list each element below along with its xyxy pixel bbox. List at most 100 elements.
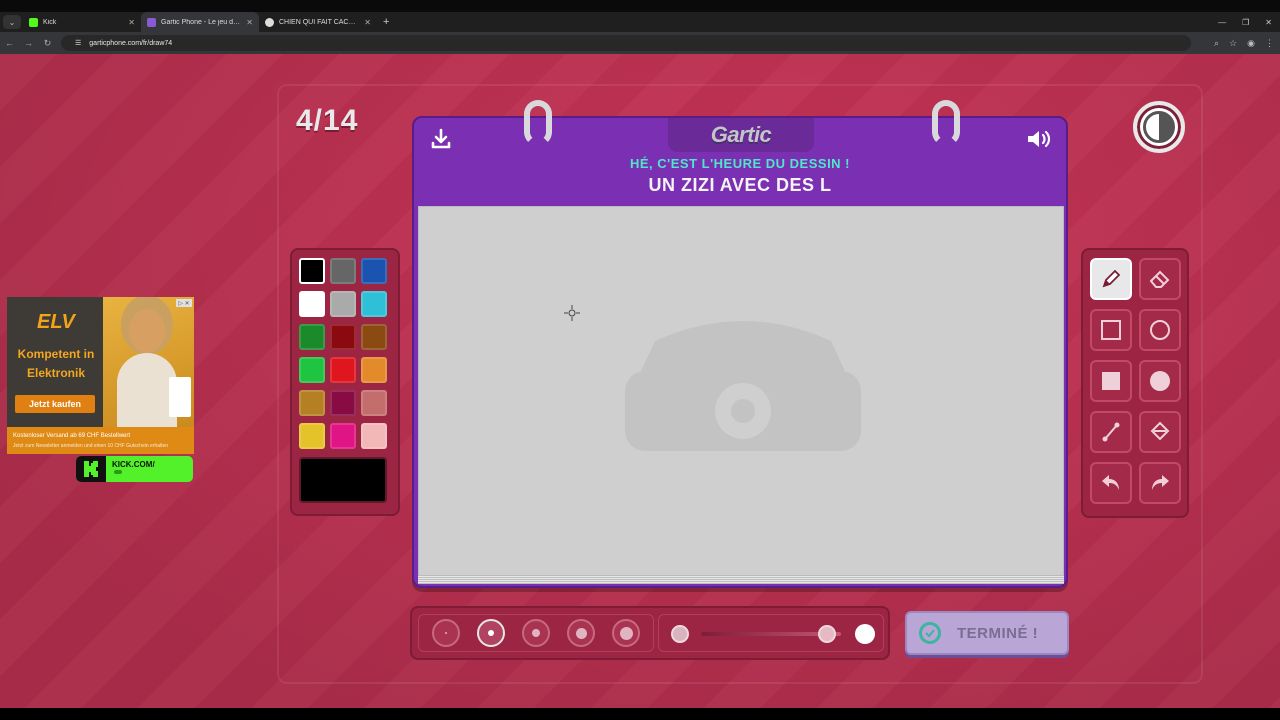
- color-swatch[interactable]: [299, 258, 325, 284]
- draw-instruction: HÉ, C'EST L'HEURE DU DESSIN !: [629, 156, 851, 171]
- brush-size-dot-icon: [619, 626, 633, 640]
- color-swatch[interactable]: [361, 390, 387, 416]
- close-tab-icon[interactable]: ✕: [246, 18, 253, 27]
- tab-kick[interactable]: Kick ✕: [23, 12, 141, 32]
- opacity-min-icon: [671, 625, 689, 643]
- kick-label: KICK.COM/: [112, 460, 155, 469]
- opacity-slider[interactable]: [658, 614, 884, 652]
- fill-bucket-icon[interactable]: [1139, 411, 1181, 453]
- ad-person: [129, 309, 165, 353]
- eraser-icon[interactable]: [1139, 258, 1181, 300]
- zoom-icon[interactable]: ⌕: [1214, 38, 1219, 49]
- gartic-phone-watermark-icon: [625, 321, 861, 451]
- color-swatch[interactable]: [299, 423, 325, 449]
- color-swatch[interactable]: [330, 324, 356, 350]
- color-swatch[interactable]: [330, 291, 356, 317]
- advertisement[interactable]: ELV Kompetent in Elektronik Jetzt kaufen…: [7, 297, 194, 454]
- current-color-preview[interactable]: [299, 457, 387, 503]
- color-palette: [290, 248, 400, 516]
- logo-text: Gartic: [710, 122, 772, 147]
- gartic-favicon-icon: [147, 17, 156, 27]
- screen-bottom-strip: [0, 708, 1280, 720]
- brush-size-option[interactable]: [431, 619, 460, 647]
- ad-close-icon[interactable]: ▷ ✕: [176, 299, 192, 307]
- tab-title: Kick: [43, 18, 57, 26]
- opacity-knob[interactable]: [818, 625, 836, 643]
- close-window-icon[interactable]: ✕: [1265, 18, 1272, 27]
- color-swatch[interactable]: [361, 324, 387, 350]
- color-swatch[interactable]: [299, 324, 325, 350]
- back-icon[interactable]: ←: [0, 38, 19, 48]
- minimize-icon[interactable]: —: [1218, 18, 1226, 27]
- color-swatch[interactable]: [361, 258, 387, 284]
- new-tab-icon[interactable]: +: [383, 16, 389, 28]
- circle-outline-icon[interactable]: [1139, 309, 1181, 351]
- color-swatch[interactable]: [299, 291, 325, 317]
- brush-size-option[interactable]: [476, 619, 505, 647]
- forward-icon[interactable]: →: [19, 38, 38, 48]
- done-label: TERMINÉ !: [957, 624, 1039, 642]
- ad-seal-icon: [169, 377, 191, 417]
- prompt-text: UN ZIZI AVEC DES L: [648, 175, 832, 195]
- line-icon[interactable]: [1090, 411, 1132, 453]
- contrast-toggle-button[interactable]: [1133, 101, 1185, 153]
- opacity-max-icon: [855, 624, 875, 644]
- ad-logo: ELV: [37, 311, 75, 333]
- checkmark-icon: [919, 622, 941, 644]
- tab-gartic[interactable]: Gartic Phone - Le jeu du téléph ✕: [141, 12, 259, 32]
- kick-favicon-icon: [29, 17, 38, 27]
- site-info-icon[interactable]: ☰: [75, 39, 81, 47]
- profile-icon[interactable]: ◉: [1247, 38, 1255, 49]
- color-swatch[interactable]: [361, 357, 387, 383]
- color-swatch[interactable]: [330, 258, 356, 284]
- ad-headline: Kompetent in Elektronik: [17, 347, 95, 380]
- ad-text-panel: ELV Kompetent in Elektronik Jetzt kaufen: [7, 297, 103, 427]
- drawing-canvas[interactable]: [418, 206, 1064, 576]
- brush-size-option[interactable]: [567, 619, 596, 647]
- color-swatch[interactable]: [361, 423, 387, 449]
- ad-photo: [103, 297, 194, 427]
- pencil-icon[interactable]: [1090, 258, 1132, 300]
- menu-kebab-icon[interactable]: ⋮: [1265, 38, 1274, 49]
- close-tab-icon[interactable]: ✕: [128, 18, 135, 27]
- color-swatch[interactable]: [299, 390, 325, 416]
- color-swatch[interactable]: [330, 390, 356, 416]
- close-tab-icon[interactable]: ✕: [364, 18, 371, 27]
- kick-status-icon: [114, 470, 122, 474]
- color-swatch[interactable]: [330, 357, 356, 383]
- brush-size-dot-icon: [487, 630, 494, 636]
- bookmark-star-icon[interactable]: ☆: [1229, 38, 1237, 49]
- color-swatch[interactable]: [330, 423, 356, 449]
- brush-size-dot-icon: [444, 632, 447, 634]
- ad-cta-button[interactable]: Jetzt kaufen: [15, 395, 95, 413]
- paper-edge: [418, 576, 1064, 584]
- rectangle-outline-icon[interactable]: [1090, 309, 1132, 351]
- tab-search-button[interactable]: ⌄: [3, 15, 21, 29]
- ad-footer-text: Kostenloser Versand ab 69 CHF Bestellwer…: [13, 433, 131, 439]
- color-swatch[interactable]: [361, 291, 387, 317]
- done-button[interactable]: TERMINÉ !: [905, 611, 1069, 655]
- redo-icon[interactable]: [1139, 462, 1181, 504]
- tab-title: CHIEN QUI FAIT CACA - Google: [279, 18, 359, 26]
- brush-size-option[interactable]: [612, 619, 641, 647]
- game-area: 4/14 Gartic HÉ, C'EST L'HEURE DU DESSIN …: [0, 54, 1280, 708]
- color-swatch[interactable]: [299, 357, 325, 383]
- reload-icon[interactable]: ↻: [38, 38, 57, 49]
- ad-footer-small: Jetzt zum Newsletter anmelden und einen …: [13, 443, 169, 449]
- tab-google[interactable]: CHIEN QUI FAIT CACA - Google ✕: [259, 12, 377, 32]
- maximize-icon[interactable]: ❐: [1242, 18, 1249, 27]
- google-favicon-icon: [265, 17, 274, 27]
- kick-widget[interactable]: KICK.COM/: [76, 456, 193, 482]
- url-field[interactable]: ☰ garticphone.com/fr/draw74: [61, 35, 1191, 51]
- contrast-icon: [1143, 111, 1175, 143]
- circle-fill-icon[interactable]: [1139, 360, 1181, 402]
- window-controls: — ❐ ✕: [1218, 12, 1272, 32]
- download-icon[interactable]: [428, 126, 454, 152]
- speaker-icon[interactable]: [1024, 126, 1054, 152]
- ad-footer: Kostenloser Versand ab 69 CHF Bestellwer…: [7, 427, 194, 454]
- gartic-logo: Gartic: [668, 118, 814, 152]
- brush-size-option[interactable]: [521, 619, 550, 647]
- undo-icon[interactable]: [1090, 462, 1132, 504]
- drawing-board: Gartic HÉ, C'EST L'HEURE DU DESSIN ! UN …: [412, 100, 1068, 588]
- rectangle-fill-icon[interactable]: [1090, 360, 1132, 402]
